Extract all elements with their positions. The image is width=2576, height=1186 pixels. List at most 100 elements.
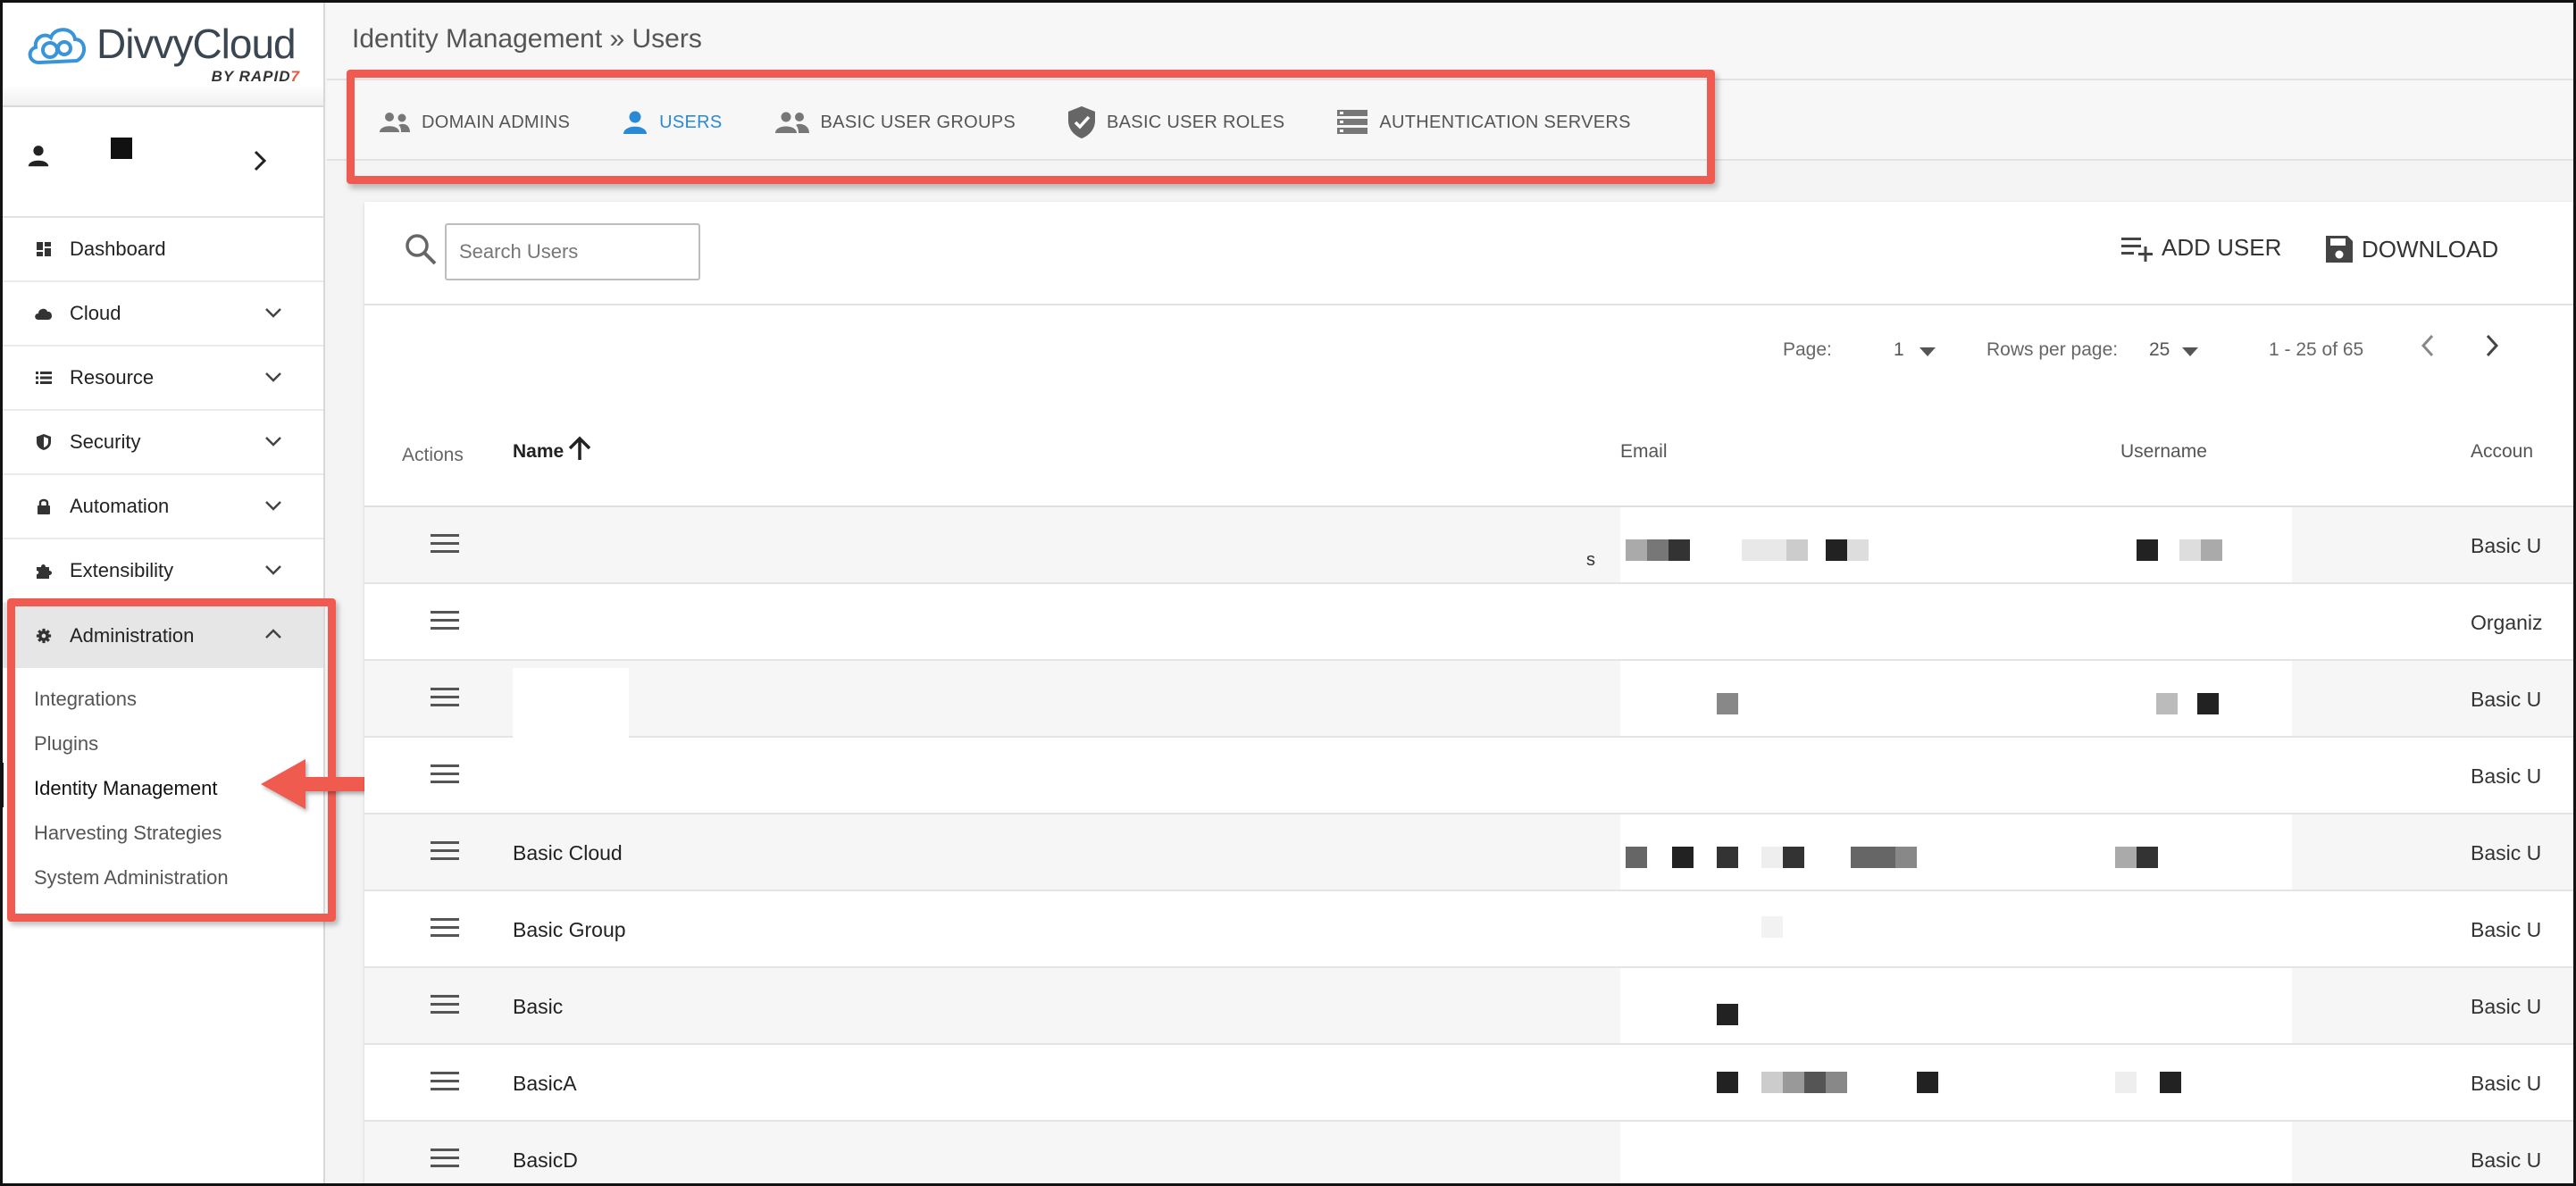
redaction-block	[1783, 847, 1804, 868]
chevron-down-icon[interactable]	[263, 559, 284, 580]
redaction-block	[1761, 847, 1783, 868]
sidebar-item-cloud[interactable]: Cloud	[0, 282, 323, 347]
sidebar-item-automation[interactable]: Automation	[0, 475, 323, 539]
menu-icon[interactable]	[431, 532, 459, 555]
user-row[interactable]	[0, 107, 323, 218]
table-row[interactable]: Basic Basic U	[364, 968, 2576, 1045]
logo[interactable]: DivvyCloud BY RAPID7	[0, 0, 323, 107]
column-name[interactable]: Name	[513, 441, 564, 463]
table-row[interactable]: BasicA Basic U	[364, 1045, 2576, 1122]
chevron-right-icon[interactable]	[250, 148, 270, 173]
chevron-down-icon[interactable]	[263, 366, 284, 388]
playlist-add-icon	[2120, 235, 2154, 262]
menu-icon[interactable]	[431, 1070, 459, 1093]
redaction-block	[1626, 539, 1647, 561]
menu-icon[interactable]	[431, 763, 459, 786]
table-body: s Basic U Organiz Basic U Basic U Basic …	[364, 507, 2576, 1186]
sidebar-item-dashboard[interactable]: Dashboard	[0, 218, 323, 282]
add-user-label: ADD USER	[2162, 234, 2282, 261]
redaction-block	[1717, 1004, 1738, 1025]
redaction-block	[2160, 1072, 2181, 1093]
dashboard-icon	[34, 241, 54, 257]
shield-icon	[34, 433, 54, 451]
redaction-block	[1804, 1072, 1826, 1093]
menu-icon[interactable]	[431, 1147, 459, 1170]
arrow-up-icon[interactable]	[566, 436, 593, 463]
name-cell: BasicD	[513, 1148, 578, 1172]
download-button[interactable]: DOWNLOAD	[2324, 234, 2498, 264]
table-row[interactable]: Basic U	[364, 661, 2576, 738]
redacted-email	[1620, 968, 2292, 1043]
column-email[interactable]: Email	[1620, 441, 1668, 463]
sidebar-item-label: Automation	[70, 495, 170, 517]
tabs: DOMAIN ADMINS USERS BASIC USER GROUPS BA…	[379, 105, 1683, 139]
table-row[interactable]: Basic U	[364, 738, 2576, 814]
avatar	[111, 138, 132, 159]
redaction-block	[1761, 916, 1783, 938]
rows-per-page-select[interactable]: 25	[2149, 339, 2170, 361]
redaction-block	[1826, 1072, 1847, 1093]
redaction-block	[1717, 693, 1738, 714]
menu-icon[interactable]	[431, 839, 459, 863]
caret-down-icon[interactable]	[1919, 347, 1936, 357]
redacted-email	[1620, 1122, 2292, 1186]
redaction-block	[2115, 847, 2137, 868]
column-account[interactable]: Accoun	[2471, 441, 2533, 463]
redacted-email	[1620, 507, 2292, 582]
redacted-name	[513, 668, 629, 738]
tab-users[interactable]: USERS	[622, 110, 722, 135]
sidebar-item-label: Resource	[70, 366, 155, 388]
sidebar-item-label: Extensibility	[70, 559, 174, 581]
page-label: Page:	[1783, 339, 1832, 360]
chevron-down-icon[interactable]	[263, 430, 284, 452]
table-row[interactable]: Organiz	[364, 584, 2576, 661]
table-row[interactable]: BasicD Basic U	[364, 1122, 2576, 1186]
redaction-block	[2156, 693, 2178, 714]
tab-label: BASIC USER ROLES	[1107, 112, 1285, 132]
chevron-right-icon[interactable]	[2483, 332, 2501, 359]
sidebar-item-resource[interactable]: Resource	[0, 347, 323, 411]
tab-basic-user-groups[interactable]: BASIC USER GROUPS	[774, 111, 1016, 134]
sidebar-item-extensibility[interactable]: Extensibility	[0, 539, 323, 604]
menu-icon[interactable]	[431, 686, 459, 709]
page-range: 1 - 25 of 65	[2269, 339, 2364, 360]
menu-icon[interactable]	[431, 993, 459, 1016]
tab-label: USERS	[659, 112, 723, 132]
name-cell: Basic Cloud	[513, 841, 623, 864]
chevron-left-icon[interactable]	[2419, 332, 2437, 359]
redaction-block	[2115, 1072, 2137, 1093]
table-header: Actions Name Email Username Accoun	[364, 395, 2576, 507]
table-row[interactable]: s Basic U	[364, 507, 2576, 584]
redaction-block	[2197, 693, 2219, 714]
tab-domain-admins[interactable]: DOMAIN ADMINS	[379, 111, 570, 134]
redacted-email	[1620, 661, 2292, 736]
column-username[interactable]: Username	[2120, 441, 2207, 463]
menu-icon[interactable]	[431, 916, 459, 940]
tab-authentication-servers[interactable]: AUTHENTICATION SERVERS	[1336, 109, 1631, 136]
redaction-block	[1895, 847, 1917, 868]
search-input[interactable]	[445, 223, 700, 280]
page-select[interactable]: 1	[1894, 339, 1904, 361]
redaction-block	[1647, 539, 1669, 561]
table-row[interactable]: Basic Group Basic U	[364, 891, 2576, 968]
save-icon	[2324, 234, 2354, 264]
tab-label: AUTHENTICATION SERVERS	[1379, 112, 1631, 132]
sidebar-item-security[interactable]: Security	[0, 411, 323, 475]
chevron-down-icon[interactable]	[263, 495, 284, 516]
rows-per-page-label: Rows per page:	[1986, 339, 2119, 360]
tab-basic-user-roles[interactable]: BASIC USER ROLES	[1067, 105, 1284, 139]
table-row[interactable]: Basic Cloud Basic U	[364, 814, 2576, 891]
search-icon[interactable]	[404, 232, 438, 266]
account-cell: Basic U	[2471, 1072, 2542, 1095]
chevron-down-icon[interactable]	[263, 302, 284, 323]
person-icon	[622, 110, 648, 135]
menu-icon[interactable]	[431, 609, 459, 632]
caret-down-icon[interactable]	[2181, 347, 2199, 357]
brand-company-mark: 7	[290, 68, 300, 85]
redaction-block	[2137, 847, 2158, 868]
redaction-block	[2179, 539, 2201, 561]
add-user-button[interactable]: ADD USER	[2120, 234, 2281, 262]
redacted-email	[1620, 1045, 2292, 1120]
brand-name: DivvyCloud	[96, 21, 297, 67]
cloud-icon	[34, 306, 54, 321]
